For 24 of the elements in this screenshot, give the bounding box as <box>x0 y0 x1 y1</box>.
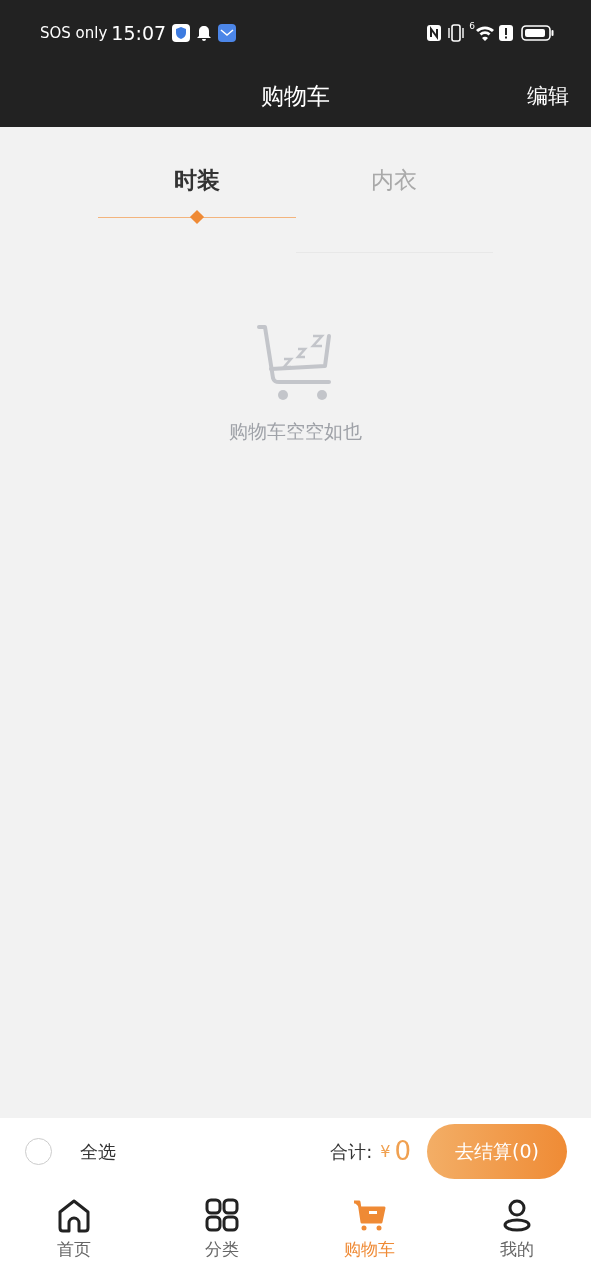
wifi-generation-text: 6 <box>469 20 475 33</box>
carrier-text: SOS only <box>40 22 108 44</box>
nav-tab[interactable]: 分类 <box>147 1185 296 1280</box>
edit-link[interactable]: 编辑 <box>527 80 569 113</box>
page-title: 购物车 <box>261 82 330 112</box>
nfc-icon <box>426 24 443 42</box>
select-all-checkbox[interactable] <box>25 1138 52 1165</box>
currency-symbol: ¥ <box>380 1140 391 1163</box>
category-tab[interactable]: 时装 <box>98 127 296 255</box>
nav-tab[interactable]: 我的 <box>443 1185 591 1280</box>
mail-icon <box>218 24 237 42</box>
battery-icon <box>521 24 555 42</box>
total-amount: 0 <box>394 1135 411 1168</box>
clock-text: 15:07 <box>111 20 167 46</box>
empty-cart-message: 购物车空空如也 <box>229 419 362 444</box>
vibrate-icon <box>446 23 467 43</box>
grid-icon <box>203 1197 240 1233</box>
alert-icon <box>499 24 513 42</box>
wifi-icon <box>475 24 495 42</box>
shield-icon <box>172 24 191 42</box>
bell-icon <box>196 24 213 42</box>
total-label: 合计: <box>330 1140 373 1164</box>
nav-tab[interactable]: 首页 <box>0 1185 148 1280</box>
select-all-label[interactable]: 全选 <box>80 1138 116 1165</box>
